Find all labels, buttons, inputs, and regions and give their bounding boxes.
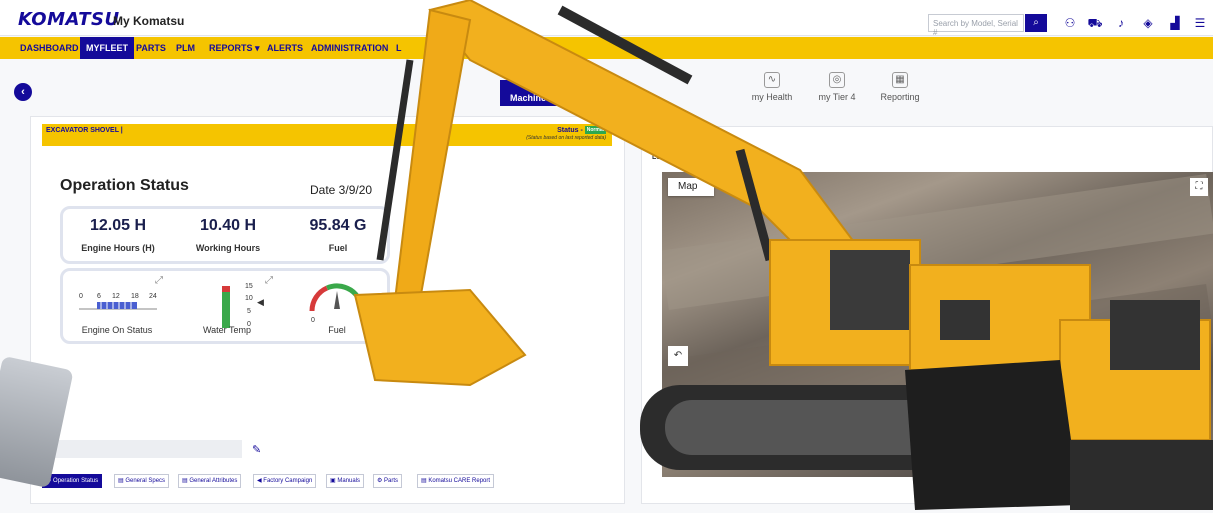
- fullscreen-icon[interactable]: ⛶: [1190, 178, 1208, 196]
- tick-label: 5: [247, 308, 251, 315]
- status-badge: Normal: [584, 126, 606, 134]
- operation-date: Date 3/9/20: [310, 183, 373, 197]
- nav-more[interactable]: L: [390, 37, 408, 59]
- nav-administration[interactable]: ADMINISTRATION: [305, 37, 394, 59]
- tier4-icon: ◎: [829, 72, 845, 88]
- tab-label: Reporting: [880, 92, 920, 102]
- tick-label: 0: [79, 293, 83, 300]
- health-icon: ∿: [764, 72, 780, 88]
- search-input[interactable]: Search by Model, Serial #: [928, 14, 1024, 37]
- tab-machine-details[interactable]: Machine D: [500, 80, 570, 106]
- chart-icon[interactable]: ▟: [1167, 16, 1183, 30]
- tab-my-health[interactable]: ∿ my Health: [740, 72, 804, 106]
- tick-label: 6: [97, 293, 101, 300]
- tick-label: 24: [149, 293, 157, 300]
- tab-komatsu-care-report[interactable]: ▤ Komatsu CARE Report: [417, 474, 495, 488]
- tick-label: 10: [245, 295, 253, 302]
- nav-plm[interactable]: PLM: [170, 37, 201, 59]
- search-icon: ⌕: [1033, 17, 1039, 28]
- nav-reports[interactable]: REPORTS ▾: [203, 37, 266, 59]
- map-terrain: [662, 283, 1213, 421]
- tick-label: 18: [131, 293, 139, 300]
- page: KOMATSU My Komatsu Search by Model, Seri…: [0, 0, 1213, 513]
- tag-icon[interactable]: ◈: [1140, 16, 1156, 30]
- bell-icon[interactable]: ♪: [1113, 16, 1129, 30]
- pointer-icon: ◀: [257, 297, 264, 307]
- machine-status-bar: EXCAVATOR SHOVEL | Status - Normal (Stat…: [42, 124, 612, 146]
- operation-status-title: Operation Status: [60, 177, 189, 194]
- machine-type: EXCAVATOR SHOVEL |: [46, 127, 123, 134]
- map-terrain: [662, 173, 1213, 311]
- fuel-gauge[interactable]: 0 Fuel: [283, 271, 391, 341]
- status-text: Status -: [557, 126, 583, 134]
- tab-label: my Tier 4: [818, 92, 856, 102]
- gauge-label: Fuel: [328, 325, 346, 335]
- stat-label: Working Hours: [195, 243, 261, 253]
- map-type-button[interactable]: Map: [668, 178, 714, 196]
- nav-myfleet[interactable]: MYFLEET: [80, 37, 134, 59]
- fuel-dial: [309, 283, 365, 312]
- engine-on-gauge[interactable]: ⤢ 0 6 12 18 24 Engine On Status: [63, 271, 171, 341]
- app-title: My Komatsu: [113, 14, 185, 28]
- stat-fuel: 95.84 G Fuel: [283, 209, 393, 261]
- status-note: (Status based on last reported data): [526, 135, 606, 141]
- engine-on-bar: [79, 302, 157, 310]
- tab-my-tier4[interactable]: ◎ my Tier 4: [805, 72, 869, 106]
- location-map[interactable]: [662, 172, 1213, 477]
- back-button[interactable]: ‹: [14, 83, 32, 101]
- komatsu-logo[interactable]: KOMATSU: [18, 9, 120, 30]
- tick-label: 12: [112, 293, 120, 300]
- comment-field[interactable]: [42, 440, 242, 458]
- gauge-label: Water Temp: [202, 325, 251, 335]
- tick-label: 0: [311, 317, 315, 324]
- stats-card: 12.05 H Engine Hours (H) 10.40 H Working…: [60, 206, 390, 264]
- tab-factory-campaign[interactable]: ◀ Factory Campaign: [253, 474, 317, 488]
- tab-manuals[interactable]: ▣ Manuals: [326, 474, 365, 488]
- chevron-left-icon: ‹: [21, 86, 25, 98]
- search-button[interactable]: ⌕: [1025, 14, 1047, 32]
- tab-label: my Health: [751, 92, 793, 102]
- menu-icon[interactable]: ☰: [1192, 16, 1208, 30]
- tab-general-specs[interactable]: ▤ General Specs: [114, 474, 170, 488]
- expand-icon[interactable]: ⤢: [265, 275, 273, 286]
- stat-label: Fuel: [328, 243, 348, 253]
- stat-engine-hours: 12.05 H Engine Hours (H): [63, 209, 173, 261]
- tick-label: 15: [245, 283, 253, 290]
- nav-parts[interactable]: PARTS: [130, 37, 172, 59]
- water-temp-gauge[interactable]: ⤢ 15 10 5 0 ◀ Water Temp: [173, 271, 281, 341]
- nav-alerts[interactable]: ALERTS: [261, 37, 309, 59]
- map-control-button[interactable]: ↶: [668, 346, 688, 366]
- water-temp-bar: [222, 286, 230, 328]
- tab-general-attributes[interactable]: ▤ General Attributes: [178, 474, 242, 488]
- pencil-icon[interactable]: ✎: [252, 443, 261, 456]
- status-label: Status - Normal: [557, 126, 606, 134]
- tab-reporting[interactable]: ▦ Reporting: [868, 72, 932, 106]
- stat-value: 95.84 G: [309, 217, 367, 234]
- main-nav: DASHBOARD MYFLEET PARTS PLM REPORTS ▾ AL…: [0, 37, 1213, 59]
- location-label: Location: [652, 154, 682, 161]
- stat-value: 12.05 H: [89, 217, 147, 234]
- stat-working-hours: 10.40 H Working Hours: [173, 209, 283, 261]
- stat-value: 10.40 H: [199, 217, 257, 234]
- tab-parts[interactable]: ⚙ Parts: [373, 474, 403, 488]
- user-icon[interactable]: ⚇: [1062, 16, 1078, 30]
- reporting-icon: ▦: [892, 72, 908, 88]
- gauge-card: ⤢ 0 6 12 18 24 Engine On Status ⤢ 15 10: [60, 268, 390, 344]
- top-header: KOMATSU My Komatsu Search by Model, Seri…: [0, 0, 1213, 37]
- cart-icon[interactable]: ⛟: [1087, 16, 1103, 30]
- stat-label: Engine Hours (H): [81, 243, 155, 253]
- nav-dashboard[interactable]: DASHBOARD: [14, 37, 85, 59]
- expand-icon[interactable]: ⤢: [155, 275, 163, 286]
- gauge-label: Engine On Status: [81, 325, 153, 335]
